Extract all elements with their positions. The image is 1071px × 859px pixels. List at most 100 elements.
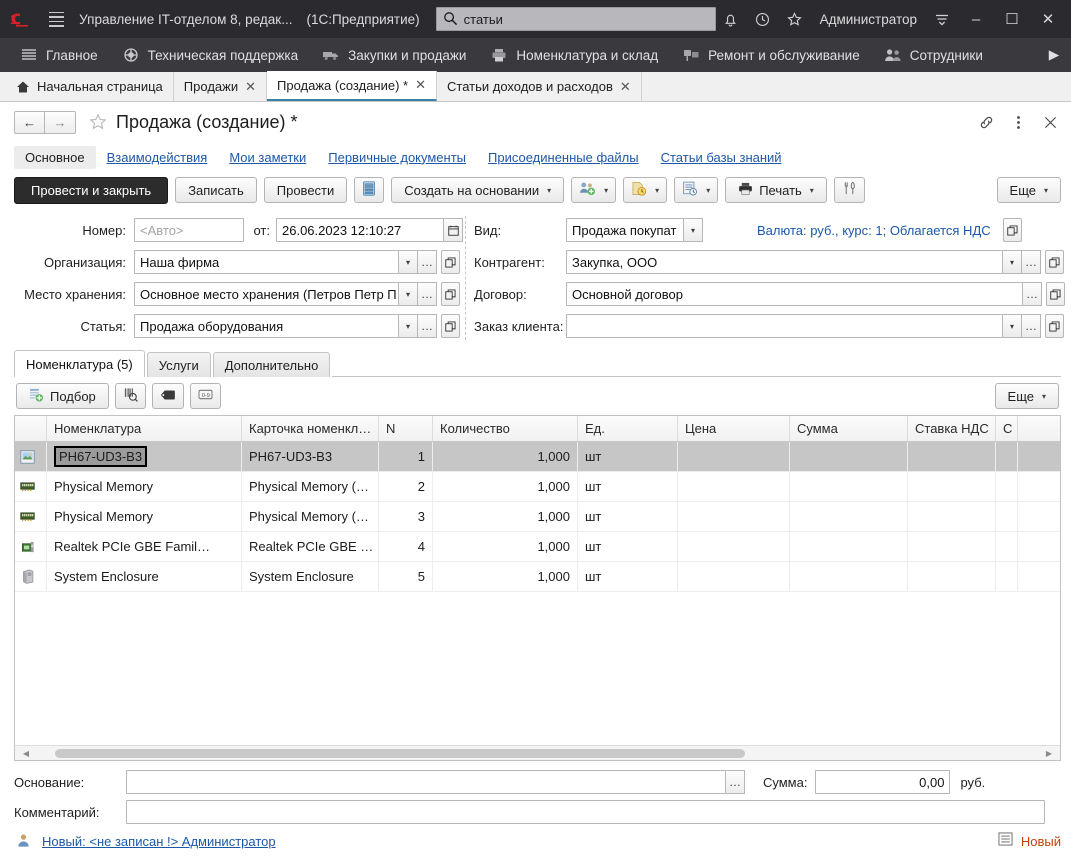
cell-stavka-nds[interactable] [908, 502, 996, 531]
table-tab-dopolnitelno[interactable]: Дополнительно [213, 352, 331, 377]
cell-summa-nds[interactable] [996, 442, 1018, 471]
cell-kolichestvo[interactable]: 1,000 [433, 442, 578, 471]
chevron-down-icon[interactable]: ▾ [1003, 314, 1022, 338]
main-menu-button[interactable] [44, 7, 69, 31]
cell-nomenklatura[interactable]: Physical Memory [47, 472, 242, 501]
code-button[interactable]: 0-9 [190, 383, 221, 409]
grid-header-kartochka[interactable]: Карточка номенкл… [242, 416, 379, 441]
cell-summa[interactable] [790, 562, 908, 591]
chevron-down-icon[interactable]: ▾ [399, 282, 418, 306]
cell-kolichestvo[interactable]: 1,000 [433, 562, 578, 591]
cell-nomenklatura[interactable]: System Enclosure [47, 562, 242, 591]
tab-prodazhi[interactable]: Продажи ✕ [174, 72, 267, 101]
cell-cena[interactable] [678, 442, 790, 471]
save-button[interactable]: Записать [175, 177, 257, 203]
close-icon[interactable]: ✕ [620, 79, 631, 95]
list-icon[interactable] [998, 832, 1013, 851]
cell-cena[interactable] [678, 502, 790, 531]
cell-cena[interactable] [678, 562, 790, 591]
grid-horizontal-scrollbar[interactable]: ◀ ▶ [15, 745, 1060, 760]
report-button[interactable] [354, 177, 384, 203]
grid-header-stavka-nds[interactable]: Ставка НДС [908, 416, 996, 441]
date-input[interactable]: 26.06.2023 12:10:27 [276, 218, 444, 242]
close-icon[interactable]: ✕ [415, 77, 426, 93]
table-row[interactable]: Physical Memory Physical Memory (… 3 1,0… [15, 502, 1060, 532]
navlink-moi-zametki[interactable]: Мои заметки [218, 146, 317, 169]
client-order-input[interactable] [566, 314, 1003, 338]
table-tab-nomenklatura[interactable]: Номенклатура (5) [14, 350, 145, 377]
more-vertical-icon[interactable] [1007, 111, 1029, 133]
grid-header-n[interactable]: N [379, 416, 433, 441]
select-items-button[interactable]: Подбор [16, 383, 109, 409]
cell-kartochka[interactable]: Realtek PCIe GBE … [242, 532, 379, 561]
open-window-icon[interactable] [1045, 250, 1064, 274]
forward-button[interactable]: → [45, 111, 76, 134]
cell-n[interactable]: 3 [379, 502, 433, 531]
section-employees[interactable]: Сотрудники [872, 38, 995, 72]
select-ellipsis-button[interactable]: … [418, 250, 437, 274]
kind-input[interactable]: Продажа покупат [566, 218, 684, 242]
user-name[interactable]: Администратор [812, 12, 925, 27]
document-status-link[interactable]: Новый: <не записан !> Администратор [42, 834, 276, 849]
more-button[interactable]: Еще ▾ [997, 177, 1061, 203]
select-ellipsis-button[interactable]: … [1022, 314, 1041, 338]
scrollbar-track[interactable] [33, 749, 1042, 758]
scrollbar-thumb[interactable] [55, 749, 745, 758]
chevron-down-icon[interactable]: ▾ [1003, 250, 1022, 274]
storage-input[interactable]: Основное место хранения (Петров Петр П [134, 282, 399, 306]
table-row[interactable]: Realtek PCIe GBE Famil… Realtek PCIe GBE… [15, 532, 1060, 562]
sum-input[interactable]: 0,00 [815, 770, 950, 794]
grid-header-ed[interactable]: Ед. [578, 416, 678, 441]
create-based-on-button[interactable]: Создать на основании ▾ [391, 177, 564, 203]
bell-icon[interactable] [716, 5, 746, 33]
cell-summa-nds[interactable] [996, 502, 1018, 531]
table-more-button[interactable]: Еще ▾ [995, 383, 1059, 409]
barcode-scan-button[interactable] [115, 383, 146, 409]
select-ellipsis-button[interactable]: … [1022, 250, 1041, 274]
chevron-down-icon[interactable]: ▾ [399, 250, 418, 274]
cell-editor[interactable]: PH67-UD3-B3 [54, 446, 147, 467]
cell-ed[interactable]: шт [578, 532, 678, 561]
section-nomenclature-warehouse[interactable]: Номенклатура и склад [478, 38, 670, 72]
select-ellipsis-button[interactable]: … [1023, 282, 1042, 306]
cell-nomenklatura[interactable]: Physical Memory [47, 502, 242, 531]
cell-summa-nds[interactable] [996, 532, 1018, 561]
contract-input[interactable]: Основной договор [566, 282, 1023, 306]
calendar-icon[interactable] [444, 218, 463, 242]
basis-input[interactable] [126, 770, 726, 794]
favorite-star-icon[interactable] [88, 112, 108, 132]
open-window-icon[interactable] [441, 314, 460, 338]
cell-nomenklatura[interactable]: Realtek PCIe GBE Famil… [47, 532, 242, 561]
menu-lines-icon[interactable] [927, 5, 957, 33]
maximize-button[interactable]: ☐ [995, 5, 1029, 33]
close-icon[interactable] [1039, 111, 1061, 133]
cell-kartochka[interactable]: System Enclosure [242, 562, 379, 591]
minimize-button[interactable]: – [959, 5, 993, 33]
cell-ed[interactable]: шт [578, 442, 678, 471]
settings-button[interactable] [834, 177, 865, 203]
history-icon[interactable] [748, 5, 778, 33]
back-button[interactable]: ← [14, 111, 45, 134]
close-button[interactable]: ✕ [1031, 5, 1065, 33]
open-window-icon[interactable] [441, 250, 460, 274]
organization-input[interactable]: Наша фирма [134, 250, 399, 274]
star-icon[interactable] [780, 5, 810, 33]
tab-statii-dohodov-rashodov[interactable]: Статьи доходов и расходов ✕ [437, 72, 642, 101]
cell-kartochka[interactable]: PH67-UD3-B3 [242, 442, 379, 471]
cell-summa[interactable] [790, 472, 908, 501]
table-row[interactable]: Physical Memory Physical Memory (… 2 1,0… [15, 472, 1060, 502]
chevron-down-icon[interactable]: ▾ [684, 218, 703, 242]
cell-ed[interactable]: шт [578, 472, 678, 501]
link-icon[interactable] [975, 111, 997, 133]
cell-cena[interactable] [678, 472, 790, 501]
post-and-close-button[interactable]: Провести и закрыть [14, 177, 168, 204]
tab-home[interactable]: Начальная страница [6, 72, 174, 101]
cell-kolichestvo[interactable]: 1,000 [433, 532, 578, 561]
select-ellipsis-button[interactable]: … [418, 282, 437, 306]
cell-stavka-nds[interactable] [908, 442, 996, 471]
number-input[interactable]: <Авто> [134, 218, 244, 242]
cell-stavka-nds[interactable] [908, 562, 996, 591]
cell-summa[interactable] [790, 442, 908, 471]
cell-summa-nds[interactable] [996, 472, 1018, 501]
cell-cena[interactable] [678, 532, 790, 561]
